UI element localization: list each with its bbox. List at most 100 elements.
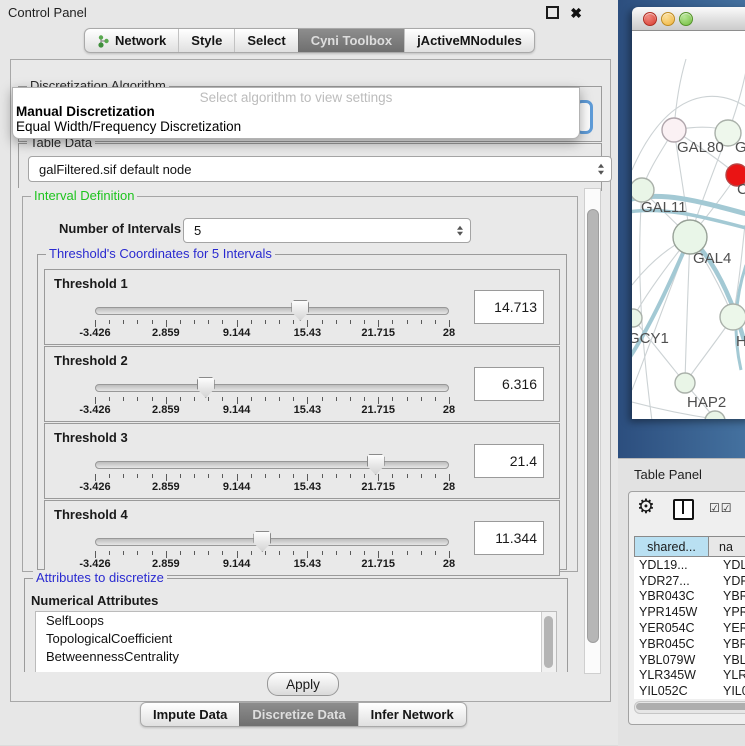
table-row[interactable]: YIL052CYIL0 [634,683,745,699]
slider-tick [307,397,308,404]
attributes-scrollbar-thumb[interactable] [544,616,553,668]
slider-tick [208,397,209,401]
attribute-list-item[interactable]: TopologicalCoefficient [36,630,556,648]
interval-definition-title: Interval Definition [31,188,137,203]
columns-icon[interactable] [673,499,694,520]
number-of-intervals-value: 5 [194,223,201,238]
column-header-shared-name[interactable]: shared... [634,536,709,557]
apply-button[interactable]: Apply [267,672,339,696]
zoom-traffic-light-icon[interactable] [679,12,693,26]
slider-scale-label: 21.715 [361,404,395,416]
network-node[interactable] [705,411,725,419]
network-canvas[interactable]: GAL80GACGAL11GAL4GCY1HHAP2 [632,31,745,419]
slider-scale-label: 15.43 [294,404,322,416]
threshold-value-field[interactable]: 21.4 [474,444,544,478]
network-node[interactable] [675,373,695,393]
table-row[interactable]: YBR045CYBR0 [634,636,745,652]
slider-tick [180,320,181,324]
slider-track[interactable] [95,538,449,546]
tab-label: jActiveMNodules [417,33,522,48]
threshold-slider-1[interactable]: -3.4262.8599.14415.4321.71528 [95,305,449,337]
settings-scrollbar-thumb[interactable] [587,209,599,643]
node-label: HAP2 [687,394,726,411]
threshold-value-field[interactable]: 11.344 [474,521,544,555]
table-horizontal-scrollbar[interactable] [634,701,745,714]
slider-tick [95,551,96,558]
stepper-icon[interactable] [598,164,604,175]
attributes-group-title: Attributes to discretize [33,570,167,585]
select-columns-checkboxes-icon[interactable]: ☑☑ [709,501,733,515]
threshold-value-field[interactable]: 14.713 [474,290,544,324]
slider-thumb[interactable] [197,377,215,398]
stepper-icon[interactable] [457,225,463,236]
float-window-icon[interactable] [546,6,559,19]
network-icon [97,34,110,48]
tab-select[interactable]: Select [234,29,297,52]
slider-tick [109,320,110,324]
table-row[interactable]: YPR145WYPR1 [634,604,745,620]
tab-impute-data[interactable]: Impute Data [141,703,239,726]
slider-tick [307,551,308,558]
slider-track[interactable] [95,461,449,469]
table-row[interactable]: YLR345WYLR3 [634,668,745,684]
number-of-intervals-combo[interactable]: 5 [183,218,471,243]
threshold-slider-4[interactable]: -3.4262.8599.14415.4321.71528 [95,536,449,568]
attributes-scrollbar[interactable] [541,612,556,672]
table-data-combo[interactable]: galFiltered.sif default node [28,156,612,182]
tab-cyni-toolbox[interactable]: Cyni Toolbox [298,29,404,52]
slider-thumb[interactable] [291,300,309,321]
numerical-attributes-list[interactable]: SelfLoopsTopologicalCoefficientBetweenne… [35,611,557,672]
close-traffic-light-icon[interactable] [643,12,657,26]
tab-style[interactable]: Style [178,29,234,52]
network-node[interactable] [632,309,642,327]
minimize-traffic-light-icon[interactable] [661,12,675,26]
algorithm-option-equal-width[interactable]: Equal Width/Frequency Discretization [16,119,241,134]
slider-tick [407,397,408,401]
node-table-panel: ⚙ ☑☑ shared... na YDL19...YDL1YDR27...YD… [628,491,745,725]
tab-discretize-data[interactable]: Discretize Data [239,703,357,726]
cell-shared-name: YBR045C [634,637,712,651]
node-label: GAL11 [641,199,687,216]
algorithm-prompt-item[interactable]: Select algorithm to view settings [13,90,579,105]
tab-network[interactable]: Network [85,29,178,52]
node-label: GCY1 [632,330,669,347]
attribute-list-item[interactable]: SelfLoops [36,612,556,630]
slider-tick [421,474,422,478]
network-window-titlebar[interactable] [632,7,745,31]
threshold-slider-3[interactable]: -3.4262.8599.14415.4321.71528 [95,459,449,491]
settings-scrollbar[interactable] [584,188,601,674]
slider-track[interactable] [95,384,449,392]
algorithm-option-manual[interactable]: Manual Discretization [16,104,155,119]
close-icon[interactable]: ✖ [570,7,582,19]
attribute-list-item[interactable]: BetweennessCentrality [36,648,556,666]
table-horizontal-scrollbar-thumb[interactable] [636,703,745,710]
slider-tick [237,320,238,327]
top-tab-bar: NetworkStyleSelectCyni Toolbox jActiveMNo… [84,28,535,53]
slider-thumb[interactable] [367,454,385,475]
tab-jactivemnodules[interactable]: jActiveMNodules [404,29,534,52]
slider-tick [307,474,308,481]
network-node[interactable] [720,304,745,330]
gear-icon[interactable]: ⚙ [637,496,655,518]
threshold-slider-2[interactable]: -3.4262.8599.14415.4321.71528 [95,382,449,414]
control-panel-title: Control Panel [8,5,87,20]
table-row[interactable]: YBR043CYBR0 [634,589,745,605]
threshold-value-field[interactable]: 6.316 [474,367,544,401]
table-row[interactable]: YDL19...YDL1 [634,557,745,573]
tab-infer-network[interactable]: Infer Network [358,703,466,726]
thresholds-group: Threshold's Coordinates for 5 Intervals … [37,254,567,570]
slider-tick [237,551,238,558]
slider-tick [152,551,153,555]
table-row[interactable]: YBL079WYBL0 [634,652,745,668]
slider-tick [265,397,266,401]
slider-thumb[interactable] [253,531,271,552]
table-row[interactable]: YDR27...YDR2 [634,573,745,589]
network-node[interactable] [673,220,707,254]
slider-track[interactable] [95,307,449,315]
column-header-name[interactable]: na [709,536,745,557]
cell-name: YLR3 [712,668,745,682]
table-row[interactable]: YER054CYER0 [634,620,745,636]
slider-scale-label: -3.426 [79,327,110,339]
node-label: H [736,333,745,350]
cell-name: YER0 [712,621,745,635]
